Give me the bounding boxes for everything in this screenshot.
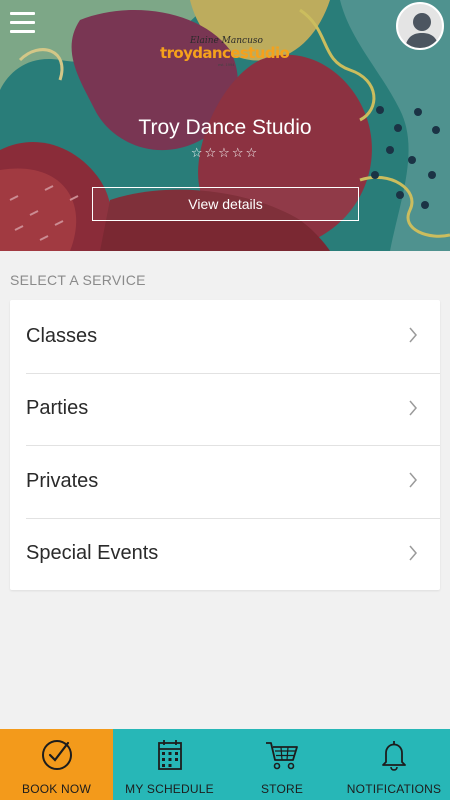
view-details-button[interactable]: View details [92,187,359,221]
logo-brand-text: troydancestudio [160,44,290,62]
service-item-classes[interactable]: Classes [10,300,440,373]
calendar-icon [157,740,182,770]
menu-icon[interactable] [10,12,35,34]
avatar[interactable] [396,2,444,50]
chevron-right-icon [409,327,417,343]
chevron-right-icon [409,472,417,488]
nav-book-now[interactable]: BOOK NOW [0,729,113,800]
chevron-right-icon [409,400,417,415]
section-title: SELECT A SERVICE [10,272,146,288]
nav-notifications[interactable]: NOTIFICATIONS [338,729,450,800]
chevron-right-icon [409,545,417,560]
nav-label: MY SCHEDULE [125,782,214,796]
service-label: Parties [26,397,89,420]
service-item-parties[interactable]: Parties [10,372,440,446]
nav-label: STORE [260,782,304,796]
bell-icon [382,741,406,771]
logo-est-text: est. 1994 [218,62,235,67]
check-circle-icon [41,740,72,770]
nav-label: BOOK NOW [22,782,91,796]
nav-store[interactable]: STORE [226,729,338,800]
service-item-special-events[interactable]: Special Events [10,517,440,591]
hero-banner: Elaine Mancuso troydancestudio est. 1994… [0,0,450,251]
cart-icon [266,742,298,770]
service-item-privates[interactable]: Privates [10,445,440,518]
service-label: Classes [26,324,98,347]
nav-label: NOTIFICATIONS [346,782,442,796]
service-label: Special Events [26,542,159,565]
nav-my-schedule[interactable]: MY SCHEDULE [113,729,226,800]
rating-stars[interactable]: ☆☆☆☆☆ [0,145,450,161]
service-list: Classes Parties Privates Special Events [10,300,440,590]
studio-name: Troy Dance Studio [138,116,312,139]
bottom-nav: BOOK NOW MY SCHEDULE STORE NOTIFICATIONS [0,729,450,800]
service-label: Privates [26,469,99,492]
studio-logo: Elaine Mancuso troydancestudio est. 1994 [160,36,292,67]
